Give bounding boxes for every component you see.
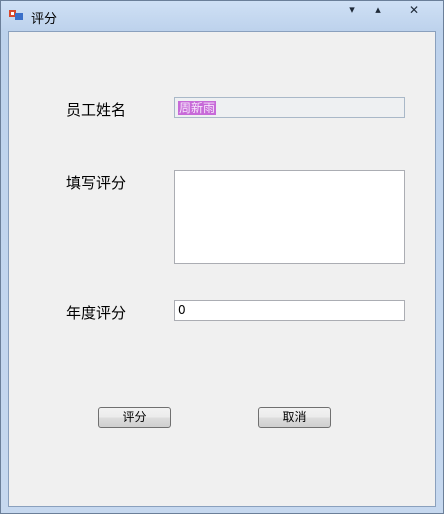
employee-name-label: 员工姓名 [66,101,127,119]
window-title: 评分 [31,12,58,27]
rate-button[interactable]: 评分 [98,407,171,428]
annual-score-label: 年度评分 [66,304,127,322]
employee-name-field[interactable]: 周新雨 [174,97,405,118]
close-icon[interactable]: ✕ [399,1,429,19]
comment-label: 填写评分 [66,174,127,192]
minimize-icon[interactable]: ▾ [341,1,363,19]
annual-score-input[interactable]: 0 [174,300,405,321]
comment-textarea[interactable] [174,170,405,264]
employee-name-value: 周新雨 [178,101,217,115]
cancel-button[interactable]: 取消 [258,407,331,428]
dialog-window: 评分 ▾ ▴ ✕ 员工姓名 周新雨 填写评分 年度评分 0 评分 取消 [0,0,444,514]
title-bar[interactable]: 评分 ▾ ▴ ✕ [1,1,443,31]
form-client-area: 员工姓名 周新雨 填写评分 年度评分 0 评分 取消 [8,31,436,507]
app-form-icon [9,10,23,20]
maximize-icon[interactable]: ▴ [367,1,389,19]
